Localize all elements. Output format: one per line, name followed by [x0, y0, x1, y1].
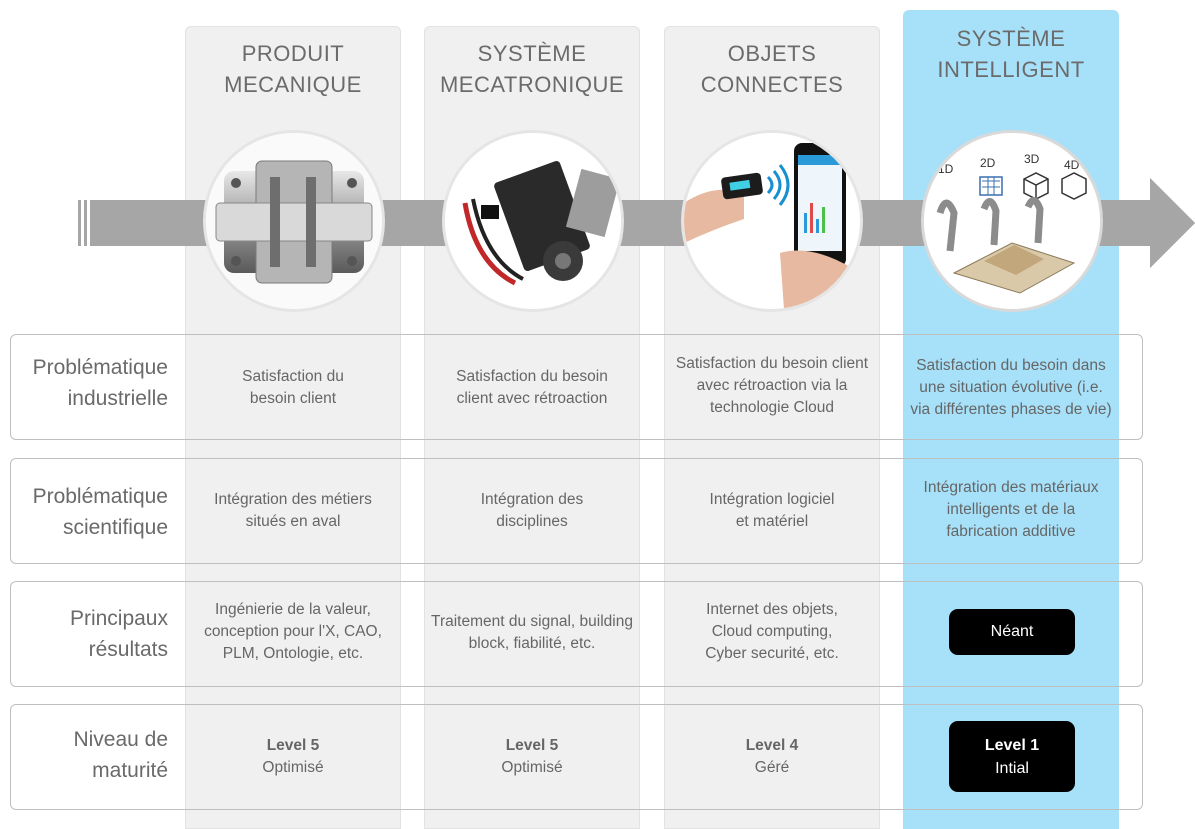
connected-phone-image	[684, 133, 860, 309]
cell-maturite-mecatronique: Level 5 Optimisé	[501, 737, 563, 776]
cell-resultats-mecatronique: Traitement du signal, building block, fi…	[431, 613, 633, 652]
row-label-maturite: Niveau de maturité	[73, 728, 168, 782]
mechanical-coupling-image	[206, 133, 382, 309]
label-2d: 2D	[980, 156, 996, 170]
cell-scientifique-connectes: Intégration logiciel et matériel	[709, 491, 835, 530]
cell-scientifique-mecanique: Intégration des métiers situés en aval	[214, 491, 372, 530]
cell-resultats-mecanique: Ingénierie de la valeur, conception pour…	[204, 601, 382, 662]
cell-maturite-mecanique: Level 5 Optimisé	[262, 737, 324, 776]
cell-maturite-connectes: Level 4 Géré	[745, 737, 799, 776]
cell-industrielle-intelligent: Satisfaction du besoin dans une situatio…	[910, 357, 1112, 418]
neant-badge: Néant	[949, 609, 1075, 655]
level-1-badge: Level 1 Intial	[949, 721, 1075, 792]
row-label-industrielle: Problématique industrielle	[32, 356, 168, 410]
cell-industrielle-connectes: Satisfaction du besoin client avec rétro…	[675, 355, 869, 416]
cell-scientifique-mecatronique: Intégration des disciplines	[480, 491, 584, 530]
label-4d: 4D	[1064, 158, 1080, 172]
label-3d: 3D	[1024, 152, 1040, 166]
cell-resultats-connectes: Internet des objets, Cloud computing, Cy…	[705, 601, 839, 662]
cell-industrielle-mecatronique: Satisfaction du besoin client avec rétro…	[456, 368, 608, 407]
row-label-resultats: Principaux résultats	[69, 607, 168, 661]
label-1d: 1D	[938, 162, 954, 176]
cell-scientifique-intelligent: Intégration des matériaux intelligents e…	[923, 479, 1099, 540]
cell-industrielle-mecanique: Satisfaction du besoin client	[242, 368, 344, 407]
row-label-scientifique: Problématique scientifique	[32, 485, 168, 539]
smart-system-image: 1D 2D 3D 4D	[924, 133, 1100, 309]
servo-motor-image	[445, 133, 621, 309]
